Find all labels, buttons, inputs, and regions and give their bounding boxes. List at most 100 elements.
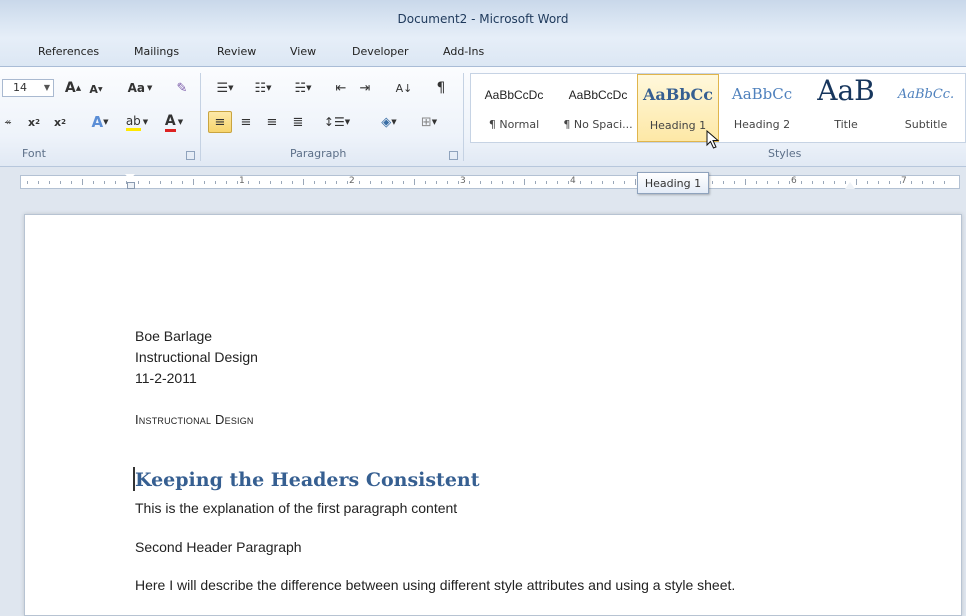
paragraph-1: This is the explanation of the first par… bbox=[135, 500, 458, 516]
subscript-button[interactable]: x2 bbox=[24, 112, 44, 132]
sort-icon: A↓ bbox=[395, 81, 413, 95]
right-indent-marker[interactable] bbox=[845, 182, 855, 189]
first-line-indent-marker[interactable] bbox=[125, 174, 135, 180]
ruler-tick bbox=[38, 181, 40, 184]
style-normal[interactable]: AaBbCcDc ¶ Normal bbox=[473, 74, 555, 142]
ruler-tick bbox=[115, 181, 117, 184]
style-heading-2[interactable]: AaBbCc Heading 2 bbox=[721, 74, 803, 142]
ruler-tick bbox=[778, 181, 780, 184]
ruler-tick bbox=[491, 181, 493, 184]
style-subtitle[interactable]: AaBbCc. Subtitle bbox=[885, 74, 966, 142]
borders-icon[interactable]: ⊞ ▼ bbox=[412, 112, 446, 132]
ruler-tick bbox=[248, 181, 249, 184]
ruler-tick bbox=[833, 181, 835, 184]
ruler-tick bbox=[734, 181, 736, 184]
heading-1-text[interactable]: Keeping the Headers Consistent bbox=[135, 469, 480, 491]
styles-group-label: Styles bbox=[768, 147, 802, 160]
justify-icon[interactable]: ≣ bbox=[288, 112, 308, 132]
ruler-tick bbox=[148, 181, 150, 184]
ruler-tick bbox=[911, 181, 912, 184]
style-tooltip: Heading 1 bbox=[637, 172, 709, 194]
change-case-button[interactable]: Aa ▼ bbox=[124, 78, 156, 98]
ruler-tick bbox=[424, 181, 426, 184]
align-right-icon[interactable]: ≡ bbox=[262, 112, 282, 132]
ruler-tick bbox=[800, 181, 802, 184]
style-label: Title bbox=[834, 118, 858, 131]
ruler-tick bbox=[60, 181, 62, 184]
horizontal-ruler[interactable]: 1 2 3 4 6 7 bbox=[0, 168, 966, 194]
ruler-tick bbox=[391, 181, 393, 184]
ruler-tick bbox=[82, 179, 84, 185]
font-dialog-launcher-icon[interactable] bbox=[186, 151, 195, 160]
document-page[interactable]: Boe Barlage Instructional Design 11-2-20… bbox=[24, 214, 962, 616]
ruler-tick bbox=[789, 181, 791, 184]
style-title[interactable]: AaB Title bbox=[805, 74, 887, 142]
tab-mailings[interactable]: Mailings bbox=[134, 45, 179, 58]
clear-formatting-icon[interactable]: ✎ bbox=[171, 78, 193, 98]
tab-view[interactable]: View bbox=[290, 45, 316, 58]
ruler-tick bbox=[336, 181, 338, 184]
multilevel-list-icon[interactable]: ☵ ▼ bbox=[286, 78, 320, 98]
subscript-label: x bbox=[28, 115, 36, 129]
ruler-tick bbox=[192, 179, 194, 185]
left-indent-marker[interactable] bbox=[127, 182, 135, 189]
decrease-indent-icon[interactable]: ⇤ bbox=[332, 78, 350, 98]
ruler-number: 4 bbox=[570, 176, 576, 186]
ruler-tick bbox=[27, 181, 28, 184]
align-center-icon[interactable]: ≡ bbox=[236, 112, 256, 132]
ruler-tick bbox=[745, 179, 747, 185]
ruler-tick bbox=[303, 179, 305, 185]
show-marks-button[interactable]: ¶ bbox=[432, 78, 450, 98]
ruler-tick bbox=[944, 181, 946, 184]
font-color-button[interactable]: A ▼ bbox=[160, 112, 188, 132]
sort-button[interactable]: A↓ bbox=[392, 78, 416, 98]
ruler-tick bbox=[866, 181, 868, 184]
ruler-tick bbox=[579, 181, 581, 184]
highlight-icon[interactable]: ab ▼ bbox=[122, 112, 152, 132]
ruler-tick bbox=[435, 181, 437, 184]
bullets-icon[interactable]: ☰ ▼ bbox=[210, 78, 240, 98]
numbering-icon[interactable]: ☷ ▼ bbox=[248, 78, 278, 98]
ruler-tick bbox=[446, 181, 448, 184]
strikethrough-button[interactable]: « bbox=[2, 112, 14, 132]
increase-indent-icon[interactable]: ⇥ bbox=[356, 78, 374, 98]
ruler-tick bbox=[181, 181, 183, 184]
ruler-tick bbox=[601, 181, 603, 184]
ruler-tick bbox=[292, 181, 294, 184]
shrink-font-button[interactable]: A ▼ bbox=[88, 79, 104, 99]
style-label: ¶ No Spaci... bbox=[563, 118, 633, 131]
font-size-combobox[interactable]: 14 ▼ bbox=[2, 79, 54, 97]
group-divider bbox=[463, 73, 464, 161]
ruler-tick bbox=[281, 181, 283, 184]
tab-references[interactable]: References bbox=[38, 45, 99, 58]
superscript-button[interactable]: x2 bbox=[50, 112, 70, 132]
ruler-tick bbox=[568, 181, 570, 184]
ruler-tick bbox=[159, 181, 161, 184]
grow-font-label: A bbox=[64, 80, 76, 96]
chevron-down-icon: ▼ bbox=[43, 83, 50, 92]
ruler-tick bbox=[844, 181, 846, 184]
text-effects-icon[interactable]: A ▼ bbox=[88, 112, 112, 132]
ruler-tick bbox=[380, 181, 382, 184]
window-title: Document2 - Microsoft Word bbox=[397, 12, 569, 26]
tab-developer[interactable]: Developer bbox=[352, 45, 409, 58]
ruler-tick bbox=[767, 181, 769, 184]
ruler-tick bbox=[71, 181, 73, 184]
style-no-spacing[interactable]: AaBbCcDc ¶ No Spaci... bbox=[557, 74, 639, 142]
ruler-strip: 1 2 3 4 6 7 bbox=[20, 174, 960, 189]
paragraph-dialog-launcher-icon[interactable] bbox=[449, 151, 458, 160]
ruler-number: 2 bbox=[349, 176, 355, 186]
align-left-icon: ≡ bbox=[214, 114, 226, 130]
grow-font-button[interactable]: A ▲ bbox=[64, 78, 82, 98]
tab-review[interactable]: Review bbox=[217, 45, 256, 58]
shading-icon[interactable]: ◈ ▼ bbox=[372, 112, 406, 132]
paragraph-3: Here I will describe the difference betw… bbox=[135, 577, 736, 593]
tab-add-ins[interactable]: Add-Ins bbox=[443, 45, 484, 58]
ruler-tick bbox=[513, 181, 515, 184]
ruler-tick bbox=[104, 181, 106, 184]
align-left-button[interactable]: ≡ bbox=[208, 111, 232, 133]
line-spacing-icon[interactable]: ↕☰ ▼ bbox=[322, 112, 352, 132]
style-label: Heading 2 bbox=[733, 118, 791, 131]
ruler-tick bbox=[402, 181, 404, 184]
mouse-pointer-icon bbox=[706, 130, 720, 149]
